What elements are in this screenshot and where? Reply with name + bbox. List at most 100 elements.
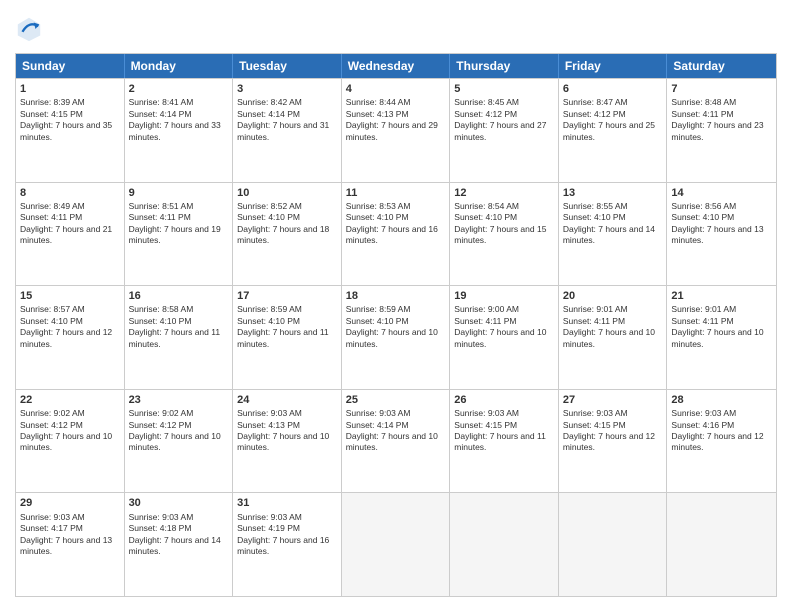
day-number: 3 bbox=[237, 82, 337, 96]
calendar-cell: 4 Sunrise: 8:44 AM Sunset: 4:13 PM Dayli… bbox=[342, 79, 451, 182]
daylight-label: Daylight: 7 hours and 33 minutes. bbox=[129, 120, 221, 141]
sunrise-label: Sunrise: 8:42 AM bbox=[237, 97, 302, 107]
sunset-label: Sunset: 4:11 PM bbox=[671, 316, 733, 326]
sunrise-label: Sunrise: 9:03 AM bbox=[563, 408, 628, 418]
daylight-label: Daylight: 7 hours and 14 minutes. bbox=[563, 224, 655, 245]
calendar-cell: 13 Sunrise: 8:55 AM Sunset: 4:10 PM Dayl… bbox=[559, 183, 668, 286]
calendar-row-4: 22 Sunrise: 9:02 AM Sunset: 4:12 PM Dayl… bbox=[16, 389, 776, 493]
day-number: 21 bbox=[671, 289, 772, 303]
day-number: 22 bbox=[20, 393, 120, 407]
sunset-label: Sunset: 4:15 PM bbox=[20, 109, 83, 119]
calendar-cell: 24 Sunrise: 9:03 AM Sunset: 4:13 PM Dayl… bbox=[233, 390, 342, 493]
sunset-label: Sunset: 4:13 PM bbox=[346, 109, 409, 119]
sunset-label: Sunset: 4:10 PM bbox=[671, 212, 734, 222]
day-number: 12 bbox=[454, 186, 554, 200]
sunrise-label: Sunrise: 8:51 AM bbox=[129, 201, 194, 211]
sunrise-label: Sunrise: 9:02 AM bbox=[20, 408, 85, 418]
calendar-cell: 28 Sunrise: 9:03 AM Sunset: 4:16 PM Dayl… bbox=[667, 390, 776, 493]
daylight-label: Daylight: 7 hours and 13 minutes. bbox=[20, 535, 112, 556]
day-number: 8 bbox=[20, 186, 120, 200]
sunset-label: Sunset: 4:10 PM bbox=[129, 316, 192, 326]
calendar-body: 1 Sunrise: 8:39 AM Sunset: 4:15 PM Dayli… bbox=[16, 78, 776, 596]
cell-info: Sunrise: 9:01 AM Sunset: 4:11 PM Dayligh… bbox=[671, 304, 772, 350]
daylight-label: Daylight: 7 hours and 10 minutes. bbox=[671, 327, 763, 348]
sunset-label: Sunset: 4:11 PM bbox=[671, 109, 733, 119]
cell-info: Sunrise: 8:44 AM Sunset: 4:13 PM Dayligh… bbox=[346, 97, 446, 143]
day-number: 26 bbox=[454, 393, 554, 407]
sunset-label: Sunset: 4:15 PM bbox=[563, 420, 626, 430]
sunset-label: Sunset: 4:16 PM bbox=[671, 420, 734, 430]
cell-info: Sunrise: 9:00 AM Sunset: 4:11 PM Dayligh… bbox=[454, 304, 554, 350]
cell-info: Sunrise: 8:51 AM Sunset: 4:11 PM Dayligh… bbox=[129, 201, 229, 247]
calendar-cell bbox=[559, 493, 668, 596]
sunrise-label: Sunrise: 9:02 AM bbox=[129, 408, 194, 418]
page: SundayMondayTuesdayWednesdayThursdayFrid… bbox=[0, 0, 792, 612]
calendar-cell: 21 Sunrise: 9:01 AM Sunset: 4:11 PM Dayl… bbox=[667, 286, 776, 389]
daylight-label: Daylight: 7 hours and 11 minutes. bbox=[237, 327, 329, 348]
cell-info: Sunrise: 8:52 AM Sunset: 4:10 PM Dayligh… bbox=[237, 201, 337, 247]
sunset-label: Sunset: 4:10 PM bbox=[346, 316, 409, 326]
sunset-label: Sunset: 4:10 PM bbox=[237, 316, 300, 326]
sunset-label: Sunset: 4:12 PM bbox=[563, 109, 626, 119]
calendar-cell bbox=[342, 493, 451, 596]
header bbox=[15, 15, 777, 43]
day-number: 9 bbox=[129, 186, 229, 200]
day-number: 5 bbox=[454, 82, 554, 96]
sunset-label: Sunset: 4:14 PM bbox=[237, 109, 300, 119]
day-number: 25 bbox=[346, 393, 446, 407]
day-number: 19 bbox=[454, 289, 554, 303]
day-number: 6 bbox=[563, 82, 663, 96]
cell-info: Sunrise: 9:03 AM Sunset: 4:16 PM Dayligh… bbox=[671, 408, 772, 454]
sunset-label: Sunset: 4:11 PM bbox=[20, 212, 82, 222]
daylight-label: Daylight: 7 hours and 16 minutes. bbox=[237, 535, 329, 556]
calendar-cell: 8 Sunrise: 8:49 AM Sunset: 4:11 PM Dayli… bbox=[16, 183, 125, 286]
sunset-label: Sunset: 4:12 PM bbox=[129, 420, 192, 430]
daylight-label: Daylight: 7 hours and 10 minutes. bbox=[563, 327, 655, 348]
daylight-label: Daylight: 7 hours and 10 minutes. bbox=[129, 431, 221, 452]
cell-info: Sunrise: 9:02 AM Sunset: 4:12 PM Dayligh… bbox=[129, 408, 229, 454]
calendar-cell: 14 Sunrise: 8:56 AM Sunset: 4:10 PM Dayl… bbox=[667, 183, 776, 286]
calendar-cell: 20 Sunrise: 9:01 AM Sunset: 4:11 PM Dayl… bbox=[559, 286, 668, 389]
calendar-cell: 9 Sunrise: 8:51 AM Sunset: 4:11 PM Dayli… bbox=[125, 183, 234, 286]
cell-info: Sunrise: 9:03 AM Sunset: 4:18 PM Dayligh… bbox=[129, 512, 229, 558]
cell-info: Sunrise: 9:03 AM Sunset: 4:13 PM Dayligh… bbox=[237, 408, 337, 454]
sunrise-label: Sunrise: 9:01 AM bbox=[563, 304, 628, 314]
day-number: 4 bbox=[346, 82, 446, 96]
sunset-label: Sunset: 4:14 PM bbox=[346, 420, 409, 430]
sunrise-label: Sunrise: 8:48 AM bbox=[671, 97, 736, 107]
sunrise-label: Sunrise: 8:44 AM bbox=[346, 97, 411, 107]
daylight-label: Daylight: 7 hours and 21 minutes. bbox=[20, 224, 112, 245]
calendar-row-2: 8 Sunrise: 8:49 AM Sunset: 4:11 PM Dayli… bbox=[16, 182, 776, 286]
daylight-label: Daylight: 7 hours and 11 minutes. bbox=[129, 327, 221, 348]
cell-info: Sunrise: 8:57 AM Sunset: 4:10 PM Dayligh… bbox=[20, 304, 120, 350]
sunset-label: Sunset: 4:11 PM bbox=[563, 316, 625, 326]
header-day-wednesday: Wednesday bbox=[342, 54, 451, 78]
daylight-label: Daylight: 7 hours and 27 minutes. bbox=[454, 120, 546, 141]
cell-info: Sunrise: 8:48 AM Sunset: 4:11 PM Dayligh… bbox=[671, 97, 772, 143]
daylight-label: Daylight: 7 hours and 25 minutes. bbox=[563, 120, 655, 141]
calendar-cell: 26 Sunrise: 9:03 AM Sunset: 4:15 PM Dayl… bbox=[450, 390, 559, 493]
daylight-label: Daylight: 7 hours and 12 minutes. bbox=[563, 431, 655, 452]
daylight-label: Daylight: 7 hours and 13 minutes. bbox=[671, 224, 763, 245]
cell-info: Sunrise: 8:59 AM Sunset: 4:10 PM Dayligh… bbox=[237, 304, 337, 350]
day-number: 20 bbox=[563, 289, 663, 303]
daylight-label: Daylight: 7 hours and 16 minutes. bbox=[346, 224, 438, 245]
sunrise-label: Sunrise: 8:59 AM bbox=[237, 304, 302, 314]
calendar-cell: 23 Sunrise: 9:02 AM Sunset: 4:12 PM Dayl… bbox=[125, 390, 234, 493]
sunset-label: Sunset: 4:10 PM bbox=[563, 212, 626, 222]
daylight-label: Daylight: 7 hours and 12 minutes. bbox=[20, 327, 112, 348]
calendar-cell bbox=[667, 493, 776, 596]
logo bbox=[15, 15, 47, 43]
calendar-cell: 15 Sunrise: 8:57 AM Sunset: 4:10 PM Dayl… bbox=[16, 286, 125, 389]
calendar-cell: 11 Sunrise: 8:53 AM Sunset: 4:10 PM Dayl… bbox=[342, 183, 451, 286]
daylight-label: Daylight: 7 hours and 18 minutes. bbox=[237, 224, 329, 245]
cell-info: Sunrise: 9:03 AM Sunset: 4:14 PM Dayligh… bbox=[346, 408, 446, 454]
sunrise-label: Sunrise: 8:52 AM bbox=[237, 201, 302, 211]
cell-info: Sunrise: 9:01 AM Sunset: 4:11 PM Dayligh… bbox=[563, 304, 663, 350]
calendar-cell: 12 Sunrise: 8:54 AM Sunset: 4:10 PM Dayl… bbox=[450, 183, 559, 286]
sunset-label: Sunset: 4:15 PM bbox=[454, 420, 517, 430]
cell-info: Sunrise: 8:49 AM Sunset: 4:11 PM Dayligh… bbox=[20, 201, 120, 247]
header-day-tuesday: Tuesday bbox=[233, 54, 342, 78]
sunrise-label: Sunrise: 8:55 AM bbox=[563, 201, 628, 211]
calendar-cell: 31 Sunrise: 9:03 AM Sunset: 4:19 PM Dayl… bbox=[233, 493, 342, 596]
